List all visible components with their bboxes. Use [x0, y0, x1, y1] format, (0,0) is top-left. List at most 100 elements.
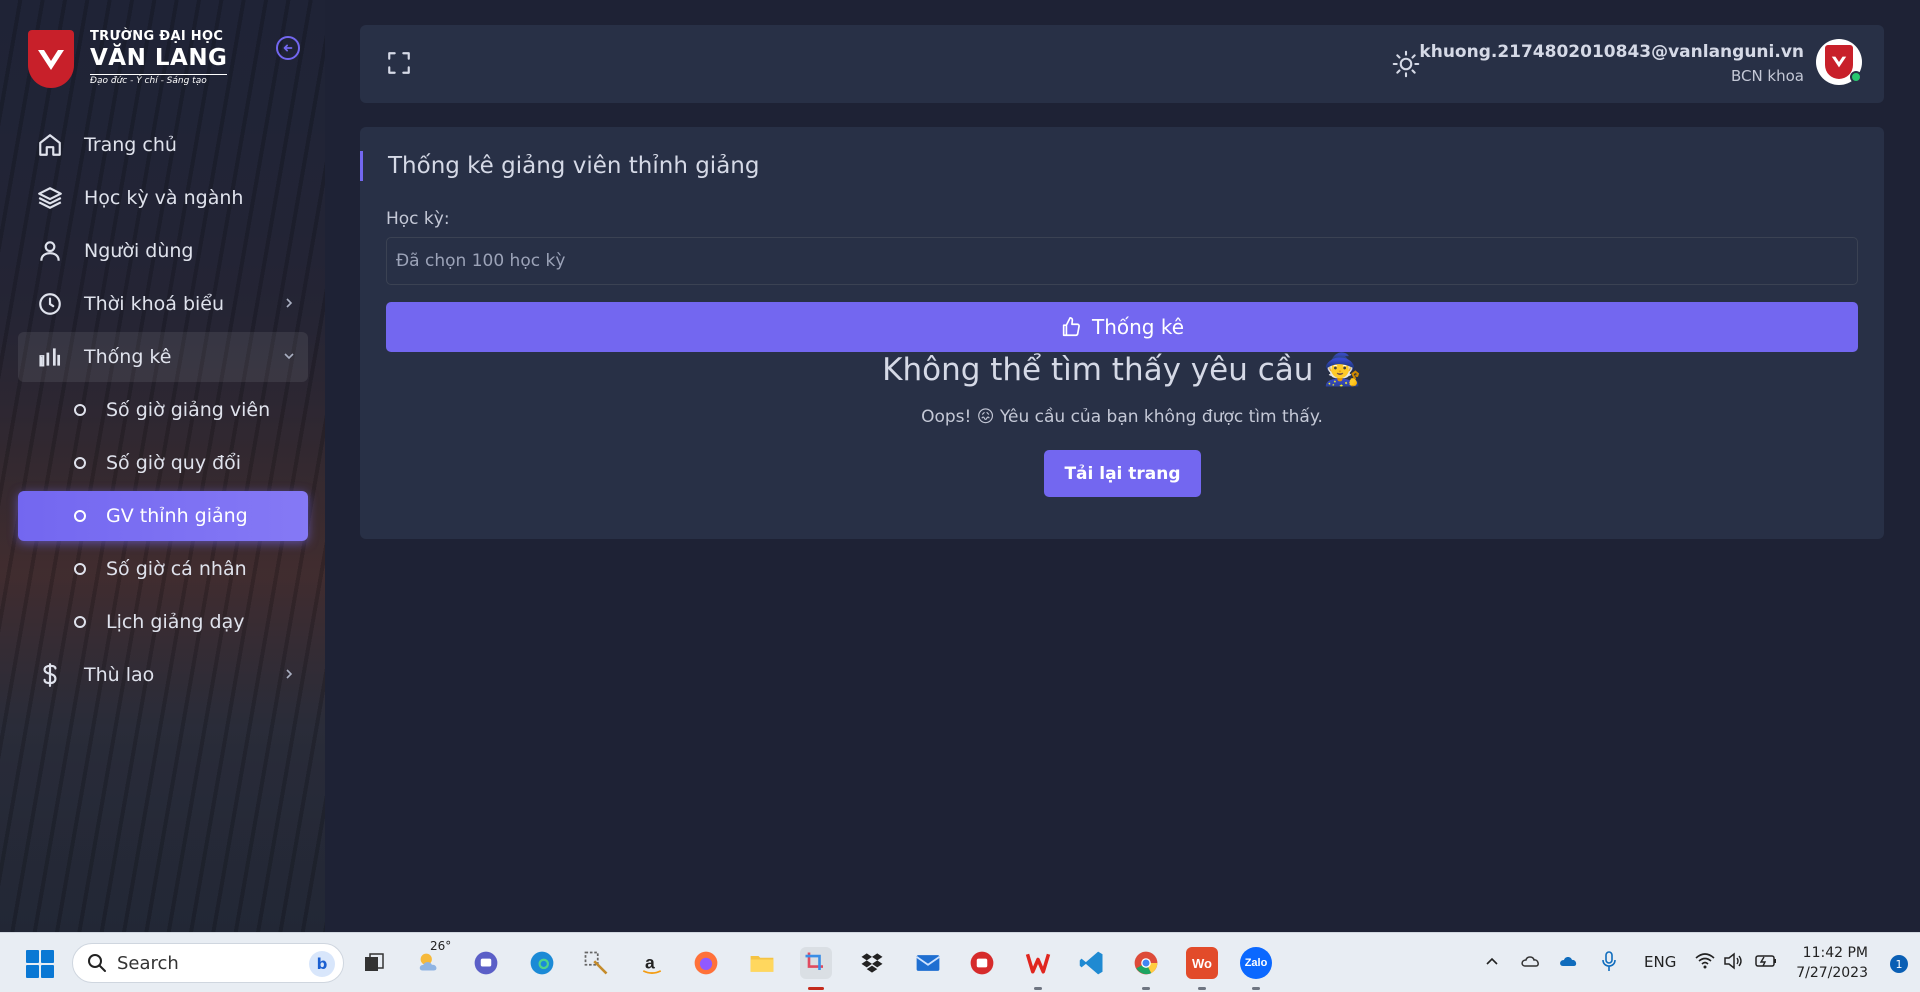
sidebar-subitem-personal-hours[interactable]: Số giờ cá nhân [18, 544, 308, 594]
sidebar-subitem-label: Lịch giảng dạy [106, 611, 245, 633]
user-role: BCN khoa [1730, 67, 1804, 85]
sidebar-item-timetable[interactable]: Thời khoá biểu [18, 279, 308, 329]
statistics-button[interactable]: Thống kê [386, 302, 1858, 352]
avatar[interactable] [1816, 39, 1862, 85]
sidebar-item-label: Người dùng [84, 240, 194, 262]
svg-text:a: a [645, 952, 655, 972]
bing-icon[interactable]: b [309, 951, 335, 977]
fullscreen-icon[interactable] [386, 50, 412, 76]
teams-chat-icon[interactable] [470, 947, 502, 979]
weather-temperature: 26° [430, 939, 452, 953]
circle-icon [74, 457, 86, 469]
dollar-icon [36, 661, 64, 689]
error-message: Oops! 😖 Yêu cầu của bạn không được tìm t… [921, 407, 1323, 427]
sidebar-subitem-label: Số giờ quy đổi [106, 452, 242, 474]
windows-start-icon[interactable] [26, 950, 54, 978]
input-language[interactable]: ENG [1644, 953, 1676, 971]
sidebar-item-label: Trang chủ [84, 134, 177, 156]
clock-date: 7/27/2023 [1796, 965, 1868, 981]
firefox-icon[interactable] [690, 947, 722, 979]
search-icon [88, 954, 106, 972]
semester-select[interactable]: Đã chọn 100 học kỳ [386, 237, 1858, 285]
sidebar-item-statistics[interactable]: Thống kê [18, 332, 308, 382]
circle-icon [74, 616, 86, 628]
sidebar-subitem-teaching-schedule[interactable]: Lịch giảng dạy [18, 597, 308, 647]
sidebar-item-remuneration[interactable]: Thù lao [18, 650, 308, 700]
task-view-icon[interactable] [358, 947, 390, 979]
sidebar-subitem-converted-hours[interactable]: Số giờ quy đổi [18, 438, 308, 488]
brand-name: VĂN LANG [90, 45, 228, 71]
thumbs-up-icon [1062, 317, 1080, 337]
mail-icon[interactable] [912, 947, 944, 979]
sidebar-subitem-lecturer-hours[interactable]: Số giờ giảng viên [18, 385, 308, 435]
chrome-icon[interactable] [1130, 947, 1162, 979]
sidebar-item-home[interactable]: Trang chủ [18, 120, 308, 170]
clock-time: 11:42 PM [1802, 945, 1868, 961]
online-status-dot [1850, 71, 1862, 83]
bar-chart-icon [36, 343, 64, 371]
notification-badge[interactable]: 1 [1890, 955, 1908, 973]
brand-motto: Đạo đức - Ý chí - Sáng tạo [90, 74, 228, 86]
page-title: Thống kê giảng viên thỉnh giảng [360, 151, 759, 181]
running-app-indicator [1034, 987, 1042, 990]
sidebar-subitem-label: Số giờ cá nhân [106, 558, 247, 580]
snip-sketch-icon[interactable] [800, 947, 832, 979]
circle-icon [74, 510, 86, 522]
volume-icon[interactable] [1722, 951, 1744, 971]
file-explorer-icon[interactable] [746, 947, 778, 979]
layers-icon [36, 184, 64, 212]
onedrive-icon[interactable] [1558, 951, 1580, 971]
onedrive-sync-icon[interactable] [1520, 951, 1542, 971]
microphone-icon[interactable] [1602, 950, 1616, 972]
wps-writer-icon[interactable]: Wo [1186, 947, 1218, 979]
statistics-button-label: Thống kê [1091, 315, 1185, 339]
taskbar-search[interactable]: Search b [72, 943, 344, 983]
snipping-tool-icon[interactable] [580, 947, 612, 979]
collapse-sidebar-button[interactable] [276, 36, 300, 60]
system-clock[interactable]: 11:42 PM 7/27/2023 [1796, 943, 1868, 983]
running-app-indicator [1142, 987, 1150, 990]
running-app-indicator [1252, 987, 1260, 990]
zalo-icon[interactable]: Zalo [1240, 947, 1272, 979]
running-app-indicator [1198, 987, 1206, 990]
fist-app-icon[interactable] [966, 947, 998, 979]
sidebar-nav: Trang chủ Học kỳ và ngành Người dùng Thờ… [18, 120, 308, 703]
sidebar-subitem-label: GV thỉnh giảng [106, 505, 248, 527]
van-lang-shield-icon [1825, 45, 1853, 79]
wifi-icon[interactable] [1694, 951, 1716, 971]
semester-label: Học kỳ: [386, 209, 450, 229]
circle-icon [74, 563, 86, 575]
vscode-icon[interactable] [1076, 947, 1108, 979]
circle-icon [74, 404, 86, 416]
sun-icon[interactable] [1392, 50, 1420, 78]
error-title: Không thể tìm thấy yêu cầu 🧙 [882, 352, 1362, 388]
home-icon [36, 131, 64, 159]
van-lang-shield-icon [28, 30, 74, 88]
active-app-indicator [808, 987, 824, 990]
amazon-icon[interactable]: a [636, 947, 668, 979]
sidebar-subitem-visiting-lecturers[interactable]: GV thỉnh giảng [18, 491, 308, 541]
brand-line-1: TRƯỜNG ĐẠI HỌC [90, 29, 224, 44]
arrow-left-icon [283, 44, 293, 52]
user-email[interactable]: khuong.2174802010843@vanlanguni.vn [1419, 42, 1804, 62]
windows-taskbar: Search b 26° a Wo Zalo ENG 11:42 PM 7/27… [0, 932, 1920, 992]
brand-logo[interactable]: TRƯỜNG ĐẠI HỌC VĂN LANG Đạo đức - Ý chí … [28, 29, 228, 88]
top-navbar: khuong.2174802010843@vanlanguni.vn BCN k… [360, 25, 1884, 103]
chevron-right-icon [286, 298, 293, 308]
chevron-down-icon [284, 353, 294, 360]
search-placeholder: Search [117, 952, 179, 974]
sidebar-subitem-label: Số giờ giảng viên [106, 399, 271, 421]
wps-office-icon[interactable] [1022, 947, 1054, 979]
sidebar-item-label: Thống kê [84, 346, 172, 368]
edge-browser-icon[interactable] [526, 947, 558, 979]
dropbox-icon[interactable] [856, 947, 888, 979]
battery-icon[interactable] [1754, 951, 1778, 971]
sidebar-item-users[interactable]: Người dùng [18, 226, 308, 276]
chevron-up-icon[interactable] [1484, 953, 1500, 969]
statistics-card: Thống kê giảng viên thỉnh giảng Học kỳ: … [360, 127, 1884, 539]
reload-page-button[interactable]: Tải lại trang [1044, 450, 1201, 497]
sidebar-item-label: Thù lao [84, 664, 155, 686]
sidebar: TRƯỜNG ĐẠI HỌC VĂN LANG Đạo đức - Ý chí … [0, 0, 325, 932]
sidebar-item-semesters[interactable]: Học kỳ và ngành [18, 173, 308, 223]
clock-icon [36, 290, 64, 318]
